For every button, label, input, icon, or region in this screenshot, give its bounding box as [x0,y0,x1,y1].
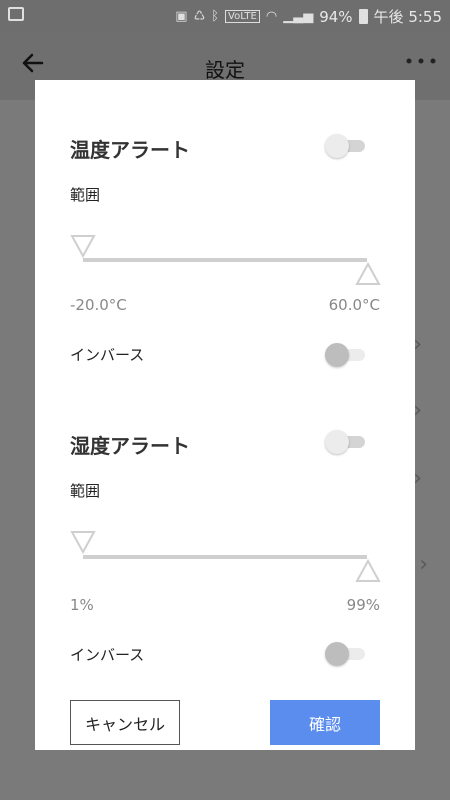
temperature-min-value: -20.0°C [70,296,127,314]
humidity-range-slider[interactable] [83,555,367,559]
humidity-inverse-label: インバース [70,646,145,664]
range-min-handle[interactable] [70,530,96,556]
signal-icon: ▁▃▅ [283,9,314,24]
humidity-alert-title: 湿度アラート [70,434,190,458]
battery-percent: 94% [319,7,353,26]
temperature-range-label: 範囲 [70,186,101,204]
recycle-icon: ♺ [193,9,206,24]
temperature-inverse-label: インバース [70,346,145,364]
humidity-alert-toggle[interactable] [325,430,365,454]
chevron-right-icon: › [419,552,428,577]
alert-settings-dialog: 温度アラート 範囲 -20.0°C 60.0°C インバース 湿度アラート 範囲… [35,80,415,750]
more-horizontal-icon[interactable] [404,48,438,81]
temperature-range-slider[interactable] [83,258,367,262]
cancel-button[interactable]: キャンセル [70,700,180,745]
wifi-icon: ◠ [265,9,278,24]
volte-icon: VoLTE [225,10,260,23]
battery-icon [358,9,368,24]
status-bar: ▣ ♺ ᛒ VoLTE ◠ ▁▃▅ 94% 午後 5:55 [0,0,450,32]
confirm-button[interactable]: 確認 [270,700,380,745]
temperature-alert-title: 温度アラート [70,138,190,162]
status-time: 午後 5:55 [373,8,442,26]
humidity-range-label: 範囲 [70,482,101,500]
humidity-min-value: 1% [70,596,94,614]
temperature-max-value: 60.0°C [328,296,380,314]
range-min-handle[interactable] [70,234,96,260]
bluetooth-icon: ᛒ [211,9,220,24]
temperature-inverse-toggle[interactable] [325,343,365,367]
humidity-max-value: 99% [346,596,380,614]
image-icon [8,7,24,21]
range-max-handle[interactable] [355,559,381,585]
humidity-inverse-toggle[interactable] [325,642,365,666]
android-icon: ▣ [175,9,188,24]
range-max-handle[interactable] [355,262,381,288]
page-title: 設定 [205,58,245,82]
temperature-alert-toggle[interactable] [325,134,365,158]
